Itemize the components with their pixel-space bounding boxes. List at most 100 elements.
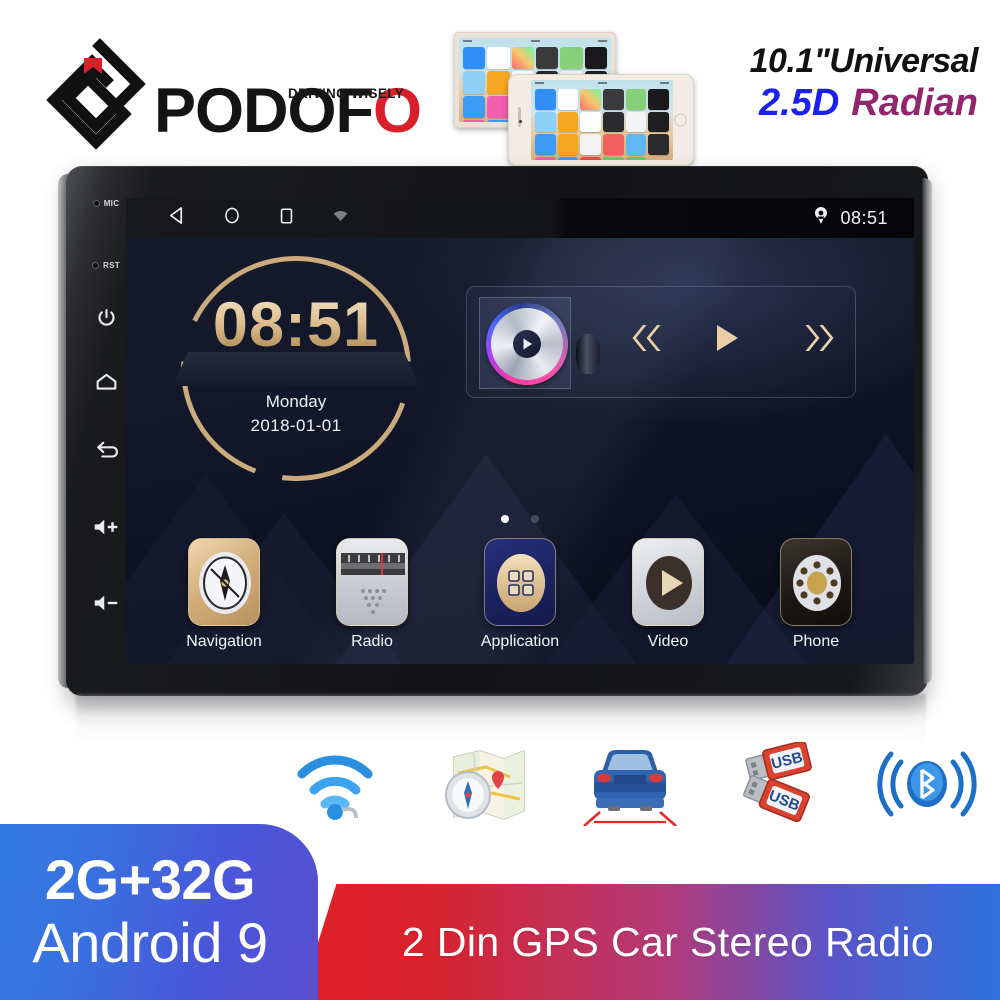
product-title-banner: 2 Din GPS Car Stereo Radio (300, 884, 1000, 1000)
ios-maps-icon (560, 47, 583, 70)
status-right-group: 08:51 (814, 206, 914, 230)
ios-music-icon (535, 157, 556, 160)
device-body: MIC RST 08:51 08:51 Monday 2018-01-01 Na… (66, 166, 928, 696)
clock-widget-date: 2018-01-01 (250, 416, 342, 435)
clock-widget-time: 08:51 (181, 294, 411, 357)
media-player-widget[interactable] (466, 286, 856, 398)
rear-view-camera-car-icon (577, 740, 683, 828)
ios-notes-icon (580, 111, 602, 133)
phone-camera-icon (519, 120, 522, 123)
ios-mail-icon (463, 47, 486, 70)
ios-appstore-icon (463, 95, 486, 119)
bluetooth-icon (874, 740, 980, 828)
recents-square-icon[interactable] (279, 207, 294, 230)
app-label: Navigation (186, 633, 262, 650)
ios-itunes-icon (487, 95, 510, 119)
podofo-diamond-logo-icon (46, 38, 146, 150)
headline-radian-text: Radian (851, 82, 978, 125)
device-right-edge (922, 178, 932, 684)
ios-reminders-icon (625, 111, 647, 133)
ios-safari-icon (487, 120, 510, 122)
app-label: Video (647, 633, 689, 650)
gps-map-compass-icon (429, 740, 535, 828)
home-circle-icon[interactable] (223, 206, 241, 230)
phone-speaker-icon[interactable] (780, 538, 852, 626)
app-item-phone[interactable]: Phone (768, 538, 864, 651)
ios-files-icon (580, 134, 602, 156)
headline-screen-size: 10.1"Universal (749, 42, 979, 80)
app-item-radio[interactable]: Radio (324, 538, 420, 651)
phone-speaker-icon (518, 107, 521, 128)
mic-hole-icon: MIC (80, 190, 132, 216)
compass-icon[interactable] (188, 538, 260, 626)
previous-track-icon[interactable] (629, 323, 669, 353)
ios-clock-icon (584, 47, 608, 70)
app-label: Application (480, 633, 560, 650)
app-item-navigation[interactable]: Navigation (176, 538, 272, 651)
brand-header: PODOFO DRIVING WISELY (30, 28, 422, 158)
bezel-control-column: MIC RST (80, 190, 132, 680)
ios-mail-icon (535, 89, 556, 110)
spec-os: Android 9 (32, 911, 268, 974)
page-indicator-dots[interactable] (126, 515, 914, 523)
ios-safari-icon (557, 157, 579, 160)
ios-camera-icon (536, 47, 559, 70)
brand-tagline: DRIVING WISELY (288, 86, 405, 101)
clock-widget-day: Monday (265, 392, 327, 411)
usb-drive-icon: USB USB (726, 740, 832, 828)
wifi-icon (280, 740, 386, 828)
cd-disc-icon (486, 303, 568, 385)
wifi-icon[interactable] (332, 209, 349, 228)
app-label: Phone (792, 633, 840, 650)
ios-calendar-icon (487, 47, 510, 70)
clock-widget[interactable]: 08:51 Monday 2018-01-01 (173, 256, 419, 481)
ios-health-icon (603, 134, 624, 156)
back-triangle-icon[interactable] (168, 206, 185, 230)
ios-wallet-icon (603, 111, 624, 133)
page-dot-active[interactable] (501, 515, 509, 523)
ios-weather-icon (463, 71, 486, 94)
ios-home-icon (557, 111, 579, 133)
back-arrow-icon[interactable] (80, 436, 132, 466)
app-item-application[interactable]: Application (472, 538, 568, 651)
status-bar-clock: 08:51 (840, 207, 888, 228)
ios-home-icon (487, 71, 510, 94)
ios-settings-icon (648, 134, 670, 156)
android-nav-icons (126, 206, 349, 230)
ios-camera-icon (603, 89, 624, 110)
app-label: Radio (351, 633, 393, 650)
next-track-icon[interactable] (797, 323, 837, 353)
reset-hole-icon[interactable]: RST (80, 252, 132, 278)
product-title: 2 Din GPS Car Stereo Radio (401, 918, 935, 965)
play-icon[interactable] (713, 323, 741, 353)
cd-spindle-decoration (576, 334, 600, 374)
app-dock: Navigation Radio Application Video Phone (126, 538, 914, 658)
headline-2-5d-text: 2.5D (759, 82, 840, 125)
headline-radian: 2.5D Radian (648, 82, 978, 126)
spec-banner: 2G+32G Android 9 (0, 824, 318, 1000)
ios-itunes-icon (557, 134, 579, 156)
cd-play-overlay-icon[interactable] (513, 330, 541, 358)
page-dot[interactable] (531, 515, 539, 523)
ios-weather-icon (535, 111, 556, 133)
ios-music-icon (463, 120, 486, 122)
car-stereo-device: MIC RST 08:51 08:51 Monday 2018-01-01 Na… (58, 166, 942, 746)
cd-inner-surface (491, 308, 563, 380)
location-pin-icon (814, 206, 828, 230)
volume-up-icon[interactable] (80, 512, 132, 542)
home-icon[interactable] (80, 366, 132, 396)
app-grid-icon[interactable] (484, 538, 556, 626)
radio-dial-icon[interactable] (336, 538, 408, 626)
album-art[interactable] (479, 297, 600, 389)
power-icon[interactable] (80, 302, 132, 332)
ios-maps-icon (625, 89, 647, 110)
feature-icons-row: USB USB (280, 738, 980, 830)
app-item-video[interactable]: Video (620, 538, 716, 651)
device-screen[interactable]: 08:51 08:51 Monday 2018-01-01 Navigation… (126, 198, 914, 664)
ios-contacts-icon (625, 134, 647, 156)
reset-label: RST (103, 260, 120, 270)
mic-label: MIC (103, 198, 120, 208)
play-icon[interactable] (632, 538, 704, 626)
ios-netflix-icon (580, 157, 602, 160)
volume-down-icon[interactable] (80, 588, 132, 618)
